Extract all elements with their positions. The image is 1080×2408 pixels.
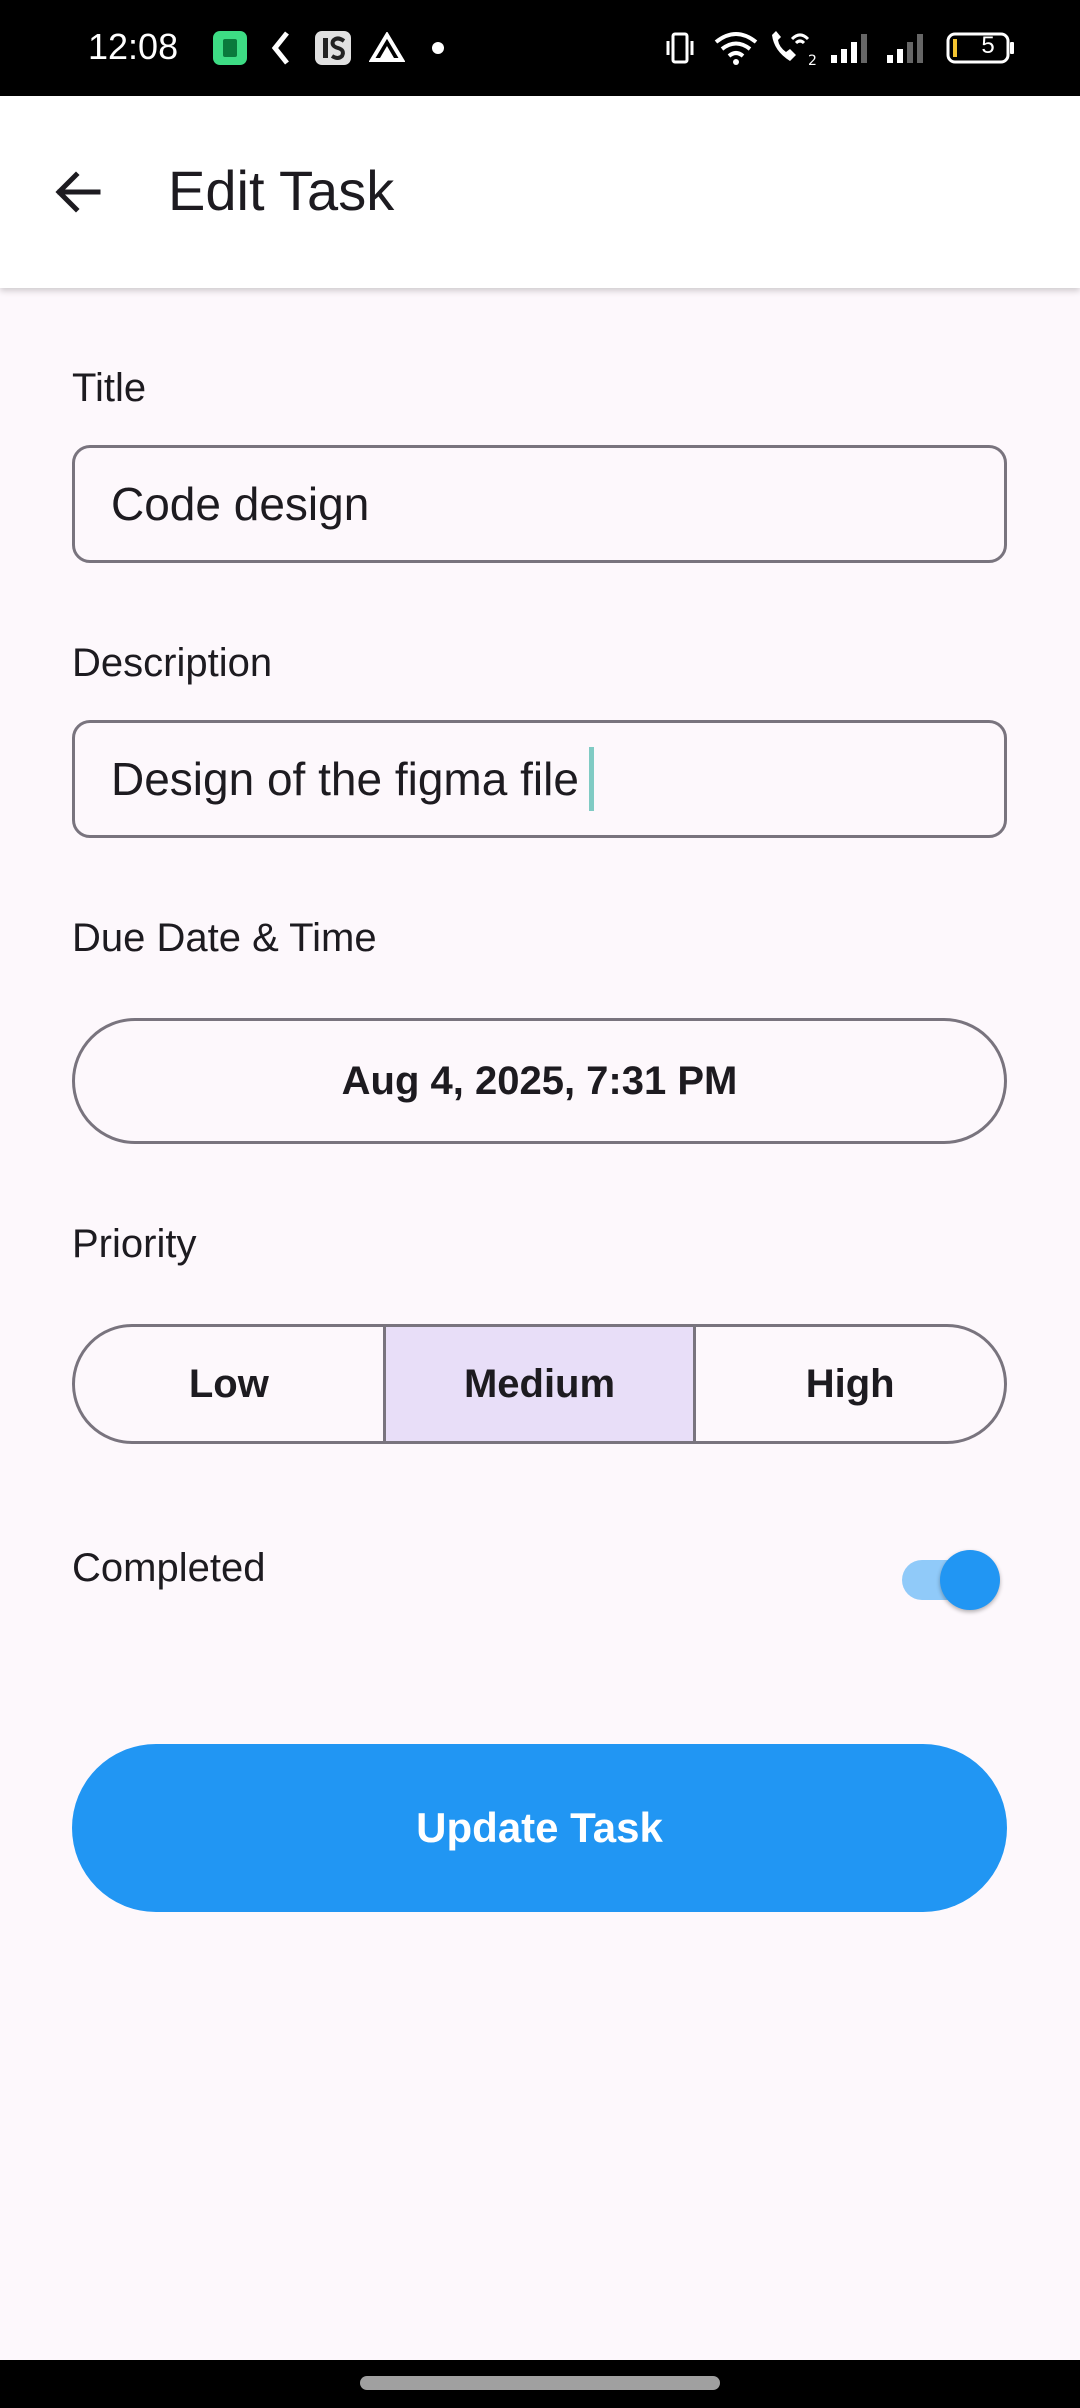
vibrate-icon — [662, 28, 698, 68]
drive-icon — [368, 28, 406, 68]
update-task-label: Update Task — [416, 1804, 663, 1851]
signal-2-icon — [884, 28, 928, 68]
priority-high-segment[interactable]: High — [693, 1327, 1004, 1441]
edit-task-screen: 12:08 2 5 Edit Task Title Code design De… — [0, 0, 1080, 2408]
is-app-icon — [314, 28, 352, 68]
dot-icon — [428, 28, 448, 68]
svg-text:2: 2 — [808, 53, 817, 67]
home-indicator[interactable] — [360, 2376, 720, 2390]
system-nav-bar — [0, 2360, 1080, 2408]
due-date-button[interactable]: Aug 4, 2025, 7:31 PM — [72, 1018, 1007, 1144]
app-bar: Edit Task — [0, 96, 1080, 288]
priority-medium-segment[interactable]: Medium — [382, 1327, 694, 1441]
status-bar: 12:08 2 5 — [0, 0, 1080, 96]
title-label: Title — [72, 366, 147, 410]
app-notification-icon — [212, 28, 248, 68]
description-input[interactable]: Design of the figma file — [72, 720, 1007, 838]
description-label: Description — [72, 641, 273, 685]
title-input-value: Code design — [111, 478, 370, 530]
arrow-back-icon — [55, 171, 101, 213]
priority-selector: Low Medium High — [72, 1324, 1007, 1444]
due-date-label: Due Date & Time — [72, 916, 377, 960]
battery-level: 5 — [981, 32, 995, 59]
priority-high-label: High — [805, 1361, 895, 1406]
toggle-thumb — [940, 1550, 1000, 1610]
description-input-value: Design of the figma file — [111, 753, 579, 805]
title-input[interactable]: Code design — [72, 445, 1007, 563]
priority-label: Priority — [72, 1222, 197, 1266]
update-task-button[interactable]: Update Task — [72, 1744, 1007, 1912]
kotlin-icon — [266, 28, 296, 68]
completed-toggle[interactable] — [900, 1548, 1004, 1612]
priority-low-label: Low — [188, 1361, 269, 1406]
page-title: Edit Task — [168, 159, 395, 222]
priority-low-segment[interactable]: Low — [75, 1327, 383, 1441]
status-time: 12:08 — [88, 26, 179, 67]
signal-1-icon — [828, 28, 872, 68]
due-date-value: Aug 4, 2025, 7:31 PM — [341, 1058, 738, 1103]
wifi-icon — [712, 28, 760, 68]
text-cursor — [588, 747, 594, 811]
wifi-call-icon: 2 — [766, 28, 822, 68]
back-button[interactable] — [36, 150, 120, 234]
priority-medium-label: Medium — [463, 1361, 616, 1406]
completed-label: Completed — [72, 1546, 266, 1590]
